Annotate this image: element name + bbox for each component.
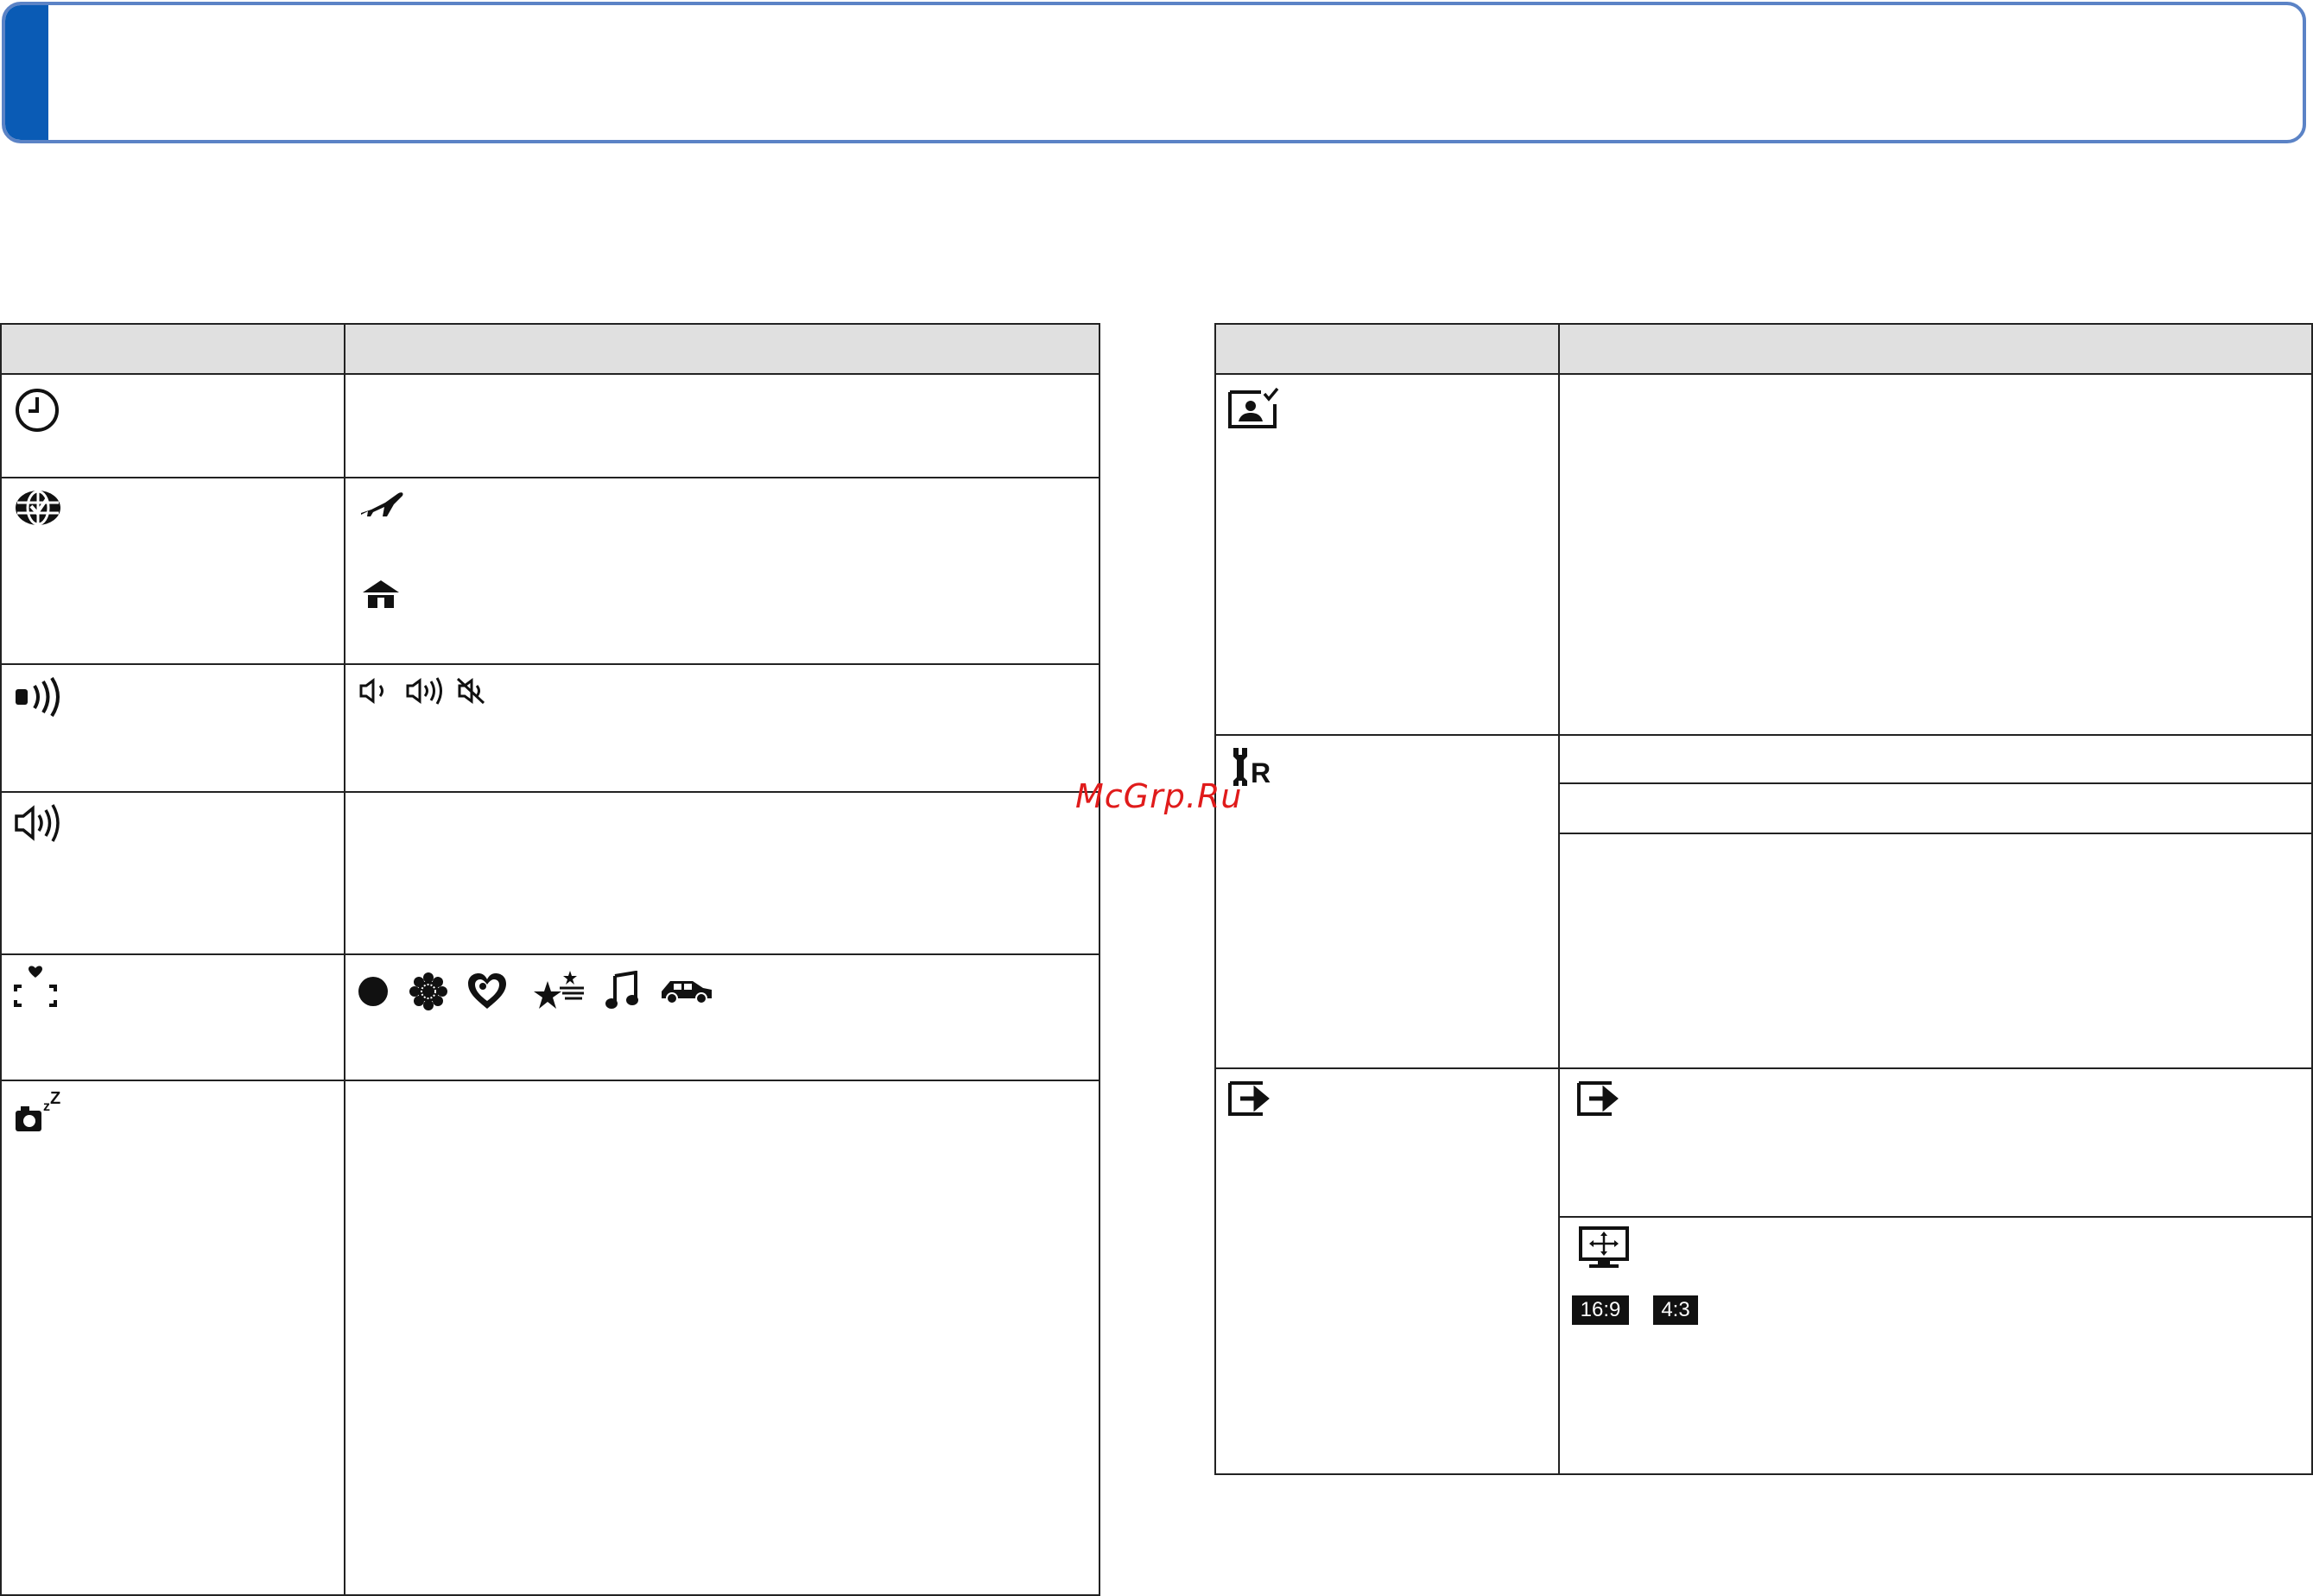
dot-icon (358, 976, 389, 1007)
clock-icon (14, 387, 60, 434)
beep-icon (14, 677, 66, 717)
row-divider (2, 1080, 1099, 1081)
row-divider (2, 477, 1099, 478)
auto-review-icon (1228, 387, 1280, 428)
table-header-left (2, 325, 1099, 375)
settings-table-left (0, 323, 1100, 1596)
flower-icon (409, 972, 447, 1010)
row-divider (1216, 1067, 2311, 1069)
column-divider (1558, 325, 1560, 1473)
world-time-icon (14, 489, 62, 527)
row-divider (1558, 833, 2311, 834)
heart-lace-icon (466, 972, 508, 1010)
column-divider (344, 325, 345, 1594)
row-divider (1216, 734, 2311, 736)
speaker-low-icon (359, 677, 396, 705)
camera-sleep-icon: z Z (14, 1092, 62, 1135)
speaker-mute-icon (456, 677, 487, 705)
home-icon (361, 579, 401, 610)
svg-text:z: z (43, 1099, 50, 1114)
output-icon (1228, 1081, 1278, 1116)
settings-table-right (1214, 323, 2313, 1475)
aspect-16-9-badge: 16:9 (1572, 1295, 1629, 1325)
svg-text:Z: Z (50, 1092, 60, 1108)
svg-text:R: R (1251, 757, 1271, 788)
manual-page: z Z R 16:9 4:3 McGrp.Ru (0, 0, 2313, 1596)
row-divider (2, 663, 1099, 665)
music-note-icon (605, 971, 639, 1010)
speaker-high-icon (406, 677, 446, 705)
watermark: McGrp.Ru (1075, 777, 1243, 815)
row-divider (2, 953, 1099, 955)
output-icon (1577, 1081, 1627, 1116)
car-icon (658, 974, 715, 1005)
header-accent-bar (5, 5, 48, 140)
row-divider (1558, 1216, 2311, 1218)
tv-aspect-icon (1579, 1226, 1629, 1270)
aspect-4-3-badge: 4:3 (1653, 1295, 1698, 1325)
row-divider (1558, 782, 2311, 784)
shutter-volume-icon (14, 803, 66, 843)
stars-icon (534, 969, 586, 1010)
table-header-right (1216, 325, 2311, 375)
row-divider (2, 791, 1099, 793)
page-header-banner (2, 2, 2306, 143)
airplane-destination-icon (359, 491, 406, 518)
focus-frame-heart-icon (14, 966, 57, 1009)
